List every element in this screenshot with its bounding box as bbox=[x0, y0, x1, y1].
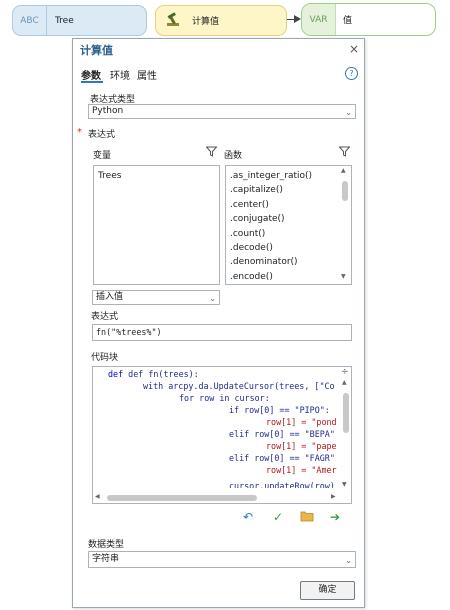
tool-hammer-icon bbox=[156, 6, 190, 35]
dialog-title: 计算值 bbox=[80, 44, 113, 57]
tab-properties[interactable]: 属性 bbox=[137, 67, 157, 82]
active-tab-indicator bbox=[81, 81, 103, 83]
code-vertical-scroll-thumb[interactable] bbox=[343, 393, 349, 433]
open-folder-icon[interactable] bbox=[300, 510, 314, 525]
scroll-down-icon[interactable]: ▼ bbox=[342, 481, 347, 488]
tool-node-label: 计算值 bbox=[192, 17, 220, 27]
function-item[interactable]: .denominator() bbox=[226, 255, 351, 269]
code-line: row[1] = "pond bbox=[266, 417, 337, 427]
code-line: def fn(trees): bbox=[128, 369, 199, 379]
code-line: row[1] = "Amer bbox=[266, 465, 337, 475]
close-icon[interactable]: × bbox=[349, 42, 359, 56]
scroll-up-icon[interactable]: ▲ bbox=[342, 379, 347, 386]
function-item[interactable]: .count() bbox=[226, 227, 351, 241]
validate-check-icon[interactable]: ✓ bbox=[273, 510, 283, 524]
expression-value: fn("%trees%") bbox=[96, 327, 162, 337]
data-type-select[interactable]: 字符串 ⌄ bbox=[88, 551, 356, 568]
connector-arrow-icon bbox=[294, 15, 301, 23]
scroll-thumb[interactable] bbox=[342, 181, 348, 201]
code-block-label: 代码块 bbox=[91, 353, 119, 363]
function-item[interactable]: .capitalize() bbox=[226, 183, 351, 197]
ok-button[interactable]: 确定 bbox=[300, 581, 355, 600]
scroll-down-icon[interactable]: ▼ bbox=[341, 273, 346, 280]
insert-value-label: 插入值 bbox=[96, 292, 124, 302]
variables-filter-icon[interactable] bbox=[205, 146, 218, 160]
variable-type-tag: VAR bbox=[302, 4, 336, 35]
functions-filter-icon[interactable] bbox=[338, 146, 351, 160]
scroll-left-icon[interactable]: ◀ bbox=[95, 493, 100, 500]
data-type-value: 字符串 bbox=[92, 554, 120, 564]
chevron-down-icon: ⌄ bbox=[345, 108, 352, 117]
expression-label: 表达式 bbox=[91, 312, 119, 322]
function-item[interactable]: .center() bbox=[226, 198, 351, 212]
functions-scrollbar[interactable]: ▲ ▼ bbox=[340, 167, 350, 283]
arrow-right-icon[interactable]: ➔ bbox=[330, 510, 340, 524]
scroll-up-icon[interactable]: ▲ bbox=[341, 167, 346, 174]
code-line: cursor.updateRow(row) bbox=[229, 481, 335, 488]
function-item[interactable]: .conjugate() bbox=[226, 212, 351, 226]
expression-type-select[interactable]: Python ⌄ bbox=[88, 104, 356, 119]
calculate-value-tool-node[interactable]: 计算值 bbox=[155, 5, 287, 36]
code-line: with arcpy.da.UpdateCursor(trees, ["Co bbox=[143, 381, 335, 391]
string-type-tag: ABC bbox=[13, 6, 47, 35]
scroll-right-icon[interactable]: ▶ bbox=[331, 493, 336, 500]
input-node-label: Tree bbox=[55, 15, 74, 26]
tab-parameters[interactable]: 参数 bbox=[81, 67, 101, 82]
output-node-label: 值 bbox=[343, 16, 353, 26]
expression-section-label: 表达式 bbox=[88, 130, 116, 140]
chevron-down-icon: ⌄ bbox=[209, 294, 216, 303]
functions-header: 函数 bbox=[224, 151, 243, 161]
data-type-label: 数据类型 bbox=[88, 540, 125, 550]
variable-item[interactable]: Trees bbox=[94, 166, 219, 183]
expression-type-value: Python bbox=[92, 106, 124, 116]
expression-input[interactable]: fn("%trees%") bbox=[92, 324, 352, 341]
insert-value-dropdown[interactable]: 插入值 ⌄ bbox=[92, 290, 220, 305]
function-item[interactable]: .as_integer_ratio() bbox=[226, 169, 351, 183]
function-item[interactable]: .encode() bbox=[226, 270, 351, 284]
functions-list[interactable]: .as_integer_ratio() .capitalize() .cente… bbox=[225, 165, 352, 285]
help-icon[interactable]: ? bbox=[345, 67, 358, 80]
code-block-editor[interactable]: def def fn(trees): with arcpy.da.UpdateC… bbox=[92, 366, 352, 504]
code-line: row[1] = "pape bbox=[266, 441, 337, 451]
split-icon[interactable]: ÷ bbox=[341, 367, 349, 377]
output-variable-node[interactable]: VAR 值 bbox=[301, 3, 436, 36]
code-horizontal-scroll-thumb[interactable] bbox=[107, 495, 257, 501]
calculate-value-dialog bbox=[72, 38, 365, 608]
code-line: elif row[0] == "BEPA" bbox=[229, 429, 335, 439]
code-line: if row[0] == "PIPO": bbox=[229, 405, 330, 415]
input-data-node[interactable]: ABC Tree bbox=[12, 5, 147, 36]
variables-header: 变量 bbox=[93, 151, 112, 161]
code-line: for row in cursor: bbox=[179, 393, 270, 403]
code-line: elif row[0] == "FAGR" bbox=[229, 453, 335, 463]
variables-list[interactable]: Trees bbox=[93, 165, 220, 285]
undo-icon[interactable]: ↶ bbox=[243, 510, 253, 524]
tab-environments[interactable]: 环境 bbox=[110, 67, 130, 82]
function-item[interactable]: .decode() bbox=[226, 241, 351, 255]
required-marker: * bbox=[77, 127, 82, 138]
chevron-down-icon: ⌄ bbox=[345, 556, 352, 565]
